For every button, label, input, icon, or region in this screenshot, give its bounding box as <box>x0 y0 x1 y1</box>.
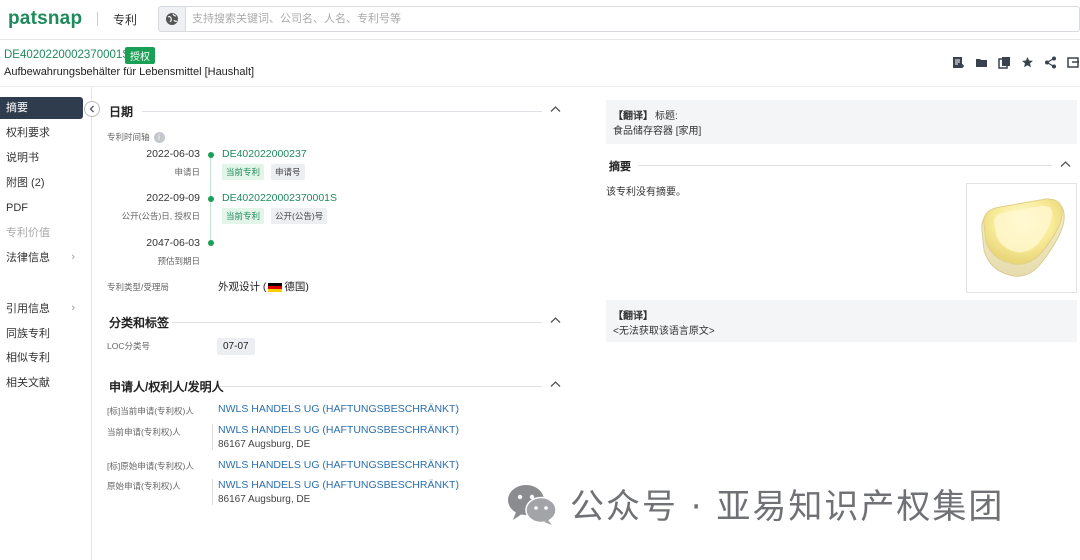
timeline-date: 2022-06-03 <box>146 148 200 160</box>
section-rule <box>172 322 542 323</box>
collapse-abstract-icon[interactable] <box>1060 159 1071 171</box>
section-rule <box>638 165 1052 166</box>
tag-application-no: 申请号 <box>271 164 305 180</box>
sidebar-item-drawings[interactable]: 附图 (2) <box>0 172 83 194</box>
section-title-abstract: 摘要 <box>609 161 631 173</box>
patsnap-logo[interactable]: patsnap <box>8 8 82 30</box>
application-number-link[interactable]: DE402022000237 <box>222 148 307 160</box>
globe-icon[interactable] <box>158 6 185 32</box>
party-label: [标]当前申请(专利权)人 <box>107 406 194 416</box>
sidebar-item-abstract[interactable]: 摘要 <box>0 97 83 119</box>
timeline-type: 公开(公告)日, 授权日 <box>121 211 200 221</box>
watermark-text: 公众号 · 亚易知识产权集团 <box>570 487 1005 527</box>
publication-number-link[interactable]: DE4020220002370001S <box>222 192 337 204</box>
collapse-sidebar-button[interactable] <box>84 101 100 117</box>
sidebar-item-family[interactable]: 同族专利 <box>0 323 83 345</box>
section-title-classification: 分类和标签 <box>109 316 170 330</box>
germany-flag-icon <box>268 282 283 292</box>
loc-label: LOC分类号 <box>107 341 150 351</box>
timeline-type: 申请日 <box>174 167 200 177</box>
tag-publication-no: 公开(公告)号 <box>271 208 328 224</box>
toolbar <box>951 55 1080 69</box>
module-selector[interactable]: 专利 <box>113 11 137 28</box>
section-rule <box>220 386 542 387</box>
status-badge: 授权 <box>125 47 155 64</box>
applicant-link[interactable]: NWLS HANDELS UG (HAFTUNGSBESCHRÄNKT) <box>218 479 459 491</box>
party-divider <box>212 424 213 450</box>
translated-title: 食品储存容器 [家用] <box>613 126 702 137</box>
tag-current-patent: 当前专利 <box>222 208 265 224</box>
chevron-right-icon: › <box>71 302 75 314</box>
patent-number[interactable]: DE4020220002370001S <box>4 49 130 61</box>
applicant-link[interactable]: NWLS HANDELS UG (HAFTUNGSBESCHRÄNKT) <box>218 403 459 415</box>
wechat-icon <box>508 484 557 525</box>
applicant-address: 86167 Augsburg, DE <box>218 439 311 450</box>
sidebar-item-similar[interactable]: 相似专利 <box>0 347 83 369</box>
no-abstract-text: 该专利没有摘要。 <box>606 187 686 198</box>
patent-kind-text: 外观设计 ( <box>218 281 267 293</box>
collapse-parties-icon[interactable] <box>550 379 561 391</box>
timeline-label: 专利时间轴 i <box>107 131 165 144</box>
timeline-label-text: 专利时间轴 <box>107 132 150 142</box>
star-icon[interactable] <box>1020 55 1034 69</box>
header-divider <box>0 86 1080 87</box>
translate-label: 【翻译】 <box>613 311 653 322</box>
sidebar-item-related-docs[interactable]: 相关文献 <box>0 372 83 394</box>
section-rule <box>142 111 542 112</box>
sidebar-item-legal[interactable]: 法律信息 › <box>0 247 83 269</box>
timeline-type: 预估到期日 <box>157 256 200 266</box>
patent-title: Aufbewahrungsbehälter für Lebensmittel [… <box>4 66 255 78</box>
title-label: 标题: <box>655 111 678 122</box>
patent-kind-value: 外观设计 ( 德国) <box>218 279 309 294</box>
applicant-link[interactable]: NWLS HANDELS UG (HAFTUNGSBESCHRÄNKT) <box>218 459 459 471</box>
copy-icon[interactable] <box>997 55 1011 69</box>
timeline-dot <box>207 196 214 202</box>
party-label: [标]原始申请(专利权)人 <box>107 461 194 471</box>
add-note-icon[interactable] <box>951 55 965 69</box>
party-label: 当前申请(专利权)人 <box>107 427 181 437</box>
product-image[interactable] <box>966 183 1077 293</box>
timeline-dot <box>207 240 214 246</box>
collapse-dates-icon[interactable] <box>550 104 561 116</box>
sidebar: 摘要 权利要求 说明书 附图 (2) PDF 专利价值 法律信息 › 引用信息 … <box>0 87 92 560</box>
chevron-right-icon: › <box>71 251 75 263</box>
sidebar-item-description[interactable]: 说明书 <box>0 147 83 169</box>
timeline-date: 2022-09-09 <box>146 192 200 204</box>
sidebar-item-patent-value: 专利价值 <box>6 227 50 239</box>
translate-label: 【翻译】 <box>613 111 653 122</box>
party-divider <box>212 479 213 505</box>
applicant-link[interactable]: NWLS HANDELS UG (HAFTUNGSBESCHRÄNKT) <box>218 424 459 436</box>
translated-title-panel: 【翻译】 标题: 食品储存容器 [家用] <box>606 100 1077 144</box>
tag-current-patent: 当前专利 <box>222 164 265 180</box>
sidebar-item-claims[interactable]: 权利要求 <box>0 122 83 144</box>
patent-kind-label: 专利类型/受理局 <box>107 282 169 292</box>
share-icon[interactable] <box>1043 55 1057 69</box>
applicant-address: 86167 Augsburg, DE <box>218 494 311 505</box>
timeline-dot <box>207 152 214 158</box>
logo-divider <box>97 12 98 26</box>
loc-value[interactable]: 07-07 <box>217 338 255 355</box>
info-icon[interactable]: i <box>153 132 165 144</box>
sidebar-item-citations[interactable]: 引用信息 › <box>0 298 83 320</box>
no-original-text: <无法获取该语言原文> <box>613 326 715 337</box>
section-title-dates: 日期 <box>109 105 134 119</box>
collapse-classification-icon[interactable] <box>550 315 561 327</box>
party-label: 原始申请(专利权)人 <box>107 481 181 491</box>
sidebar-item-pdf[interactable]: PDF <box>0 197 83 219</box>
country-text: 德国) <box>284 281 309 293</box>
top-bar: patsnap 专利 <box>0 0 1080 40</box>
export-icon[interactable] <box>1066 55 1080 69</box>
folder-icon[interactable] <box>974 55 988 69</box>
chevron-left-icon <box>89 105 94 113</box>
translated-original-panel: 【翻译】 <无法获取该语言原文> <box>606 300 1077 342</box>
watermark: 公众号 · 亚易知识产权集团 <box>506 479 1004 528</box>
section-title-parties: 申请人/权利人/发明人 <box>109 380 224 394</box>
search-input[interactable] <box>185 6 1080 32</box>
food-container-image <box>980 198 1065 277</box>
timeline-date: 2047-06-03 <box>146 237 200 249</box>
